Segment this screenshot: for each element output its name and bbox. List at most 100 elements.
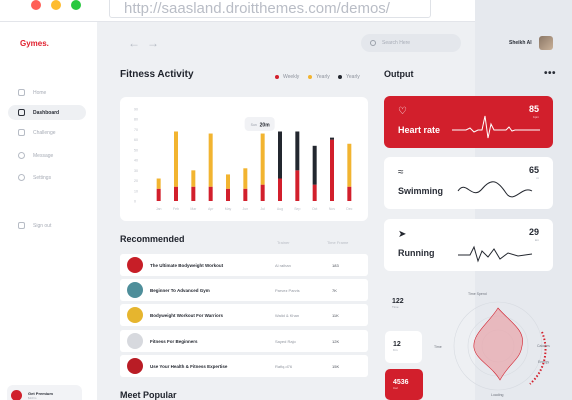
col-header-trainer: Trainer xyxy=(277,240,290,245)
brand-logo[interactable]: Gymes. xyxy=(20,39,49,48)
bar-yearly-dark xyxy=(330,137,334,140)
activity-icon xyxy=(18,109,25,116)
maximize-window-icon[interactable] xyxy=(71,0,81,10)
address-bar[interactable]: http://saasland.droitthemes.com/demos/ xyxy=(109,0,431,18)
legend-yearly: Yearly xyxy=(308,74,330,80)
back-arrow-icon[interactable]: ← xyxy=(128,36,140,50)
x-tick-label: Jun xyxy=(243,207,249,211)
stat-km-box: 12 Km xyxy=(385,331,422,363)
search-icon xyxy=(370,40,376,46)
radar-label-energy: Energy xyxy=(538,360,550,364)
bar-weekly xyxy=(243,188,248,201)
workout-thumbnail xyxy=(127,257,143,273)
sidebar-item-label: Settings xyxy=(33,174,52,181)
running-wave xyxy=(458,245,533,263)
radar-label-calories: Calories xyxy=(537,344,550,348)
legend-yearly-dark: Yearly xyxy=(338,74,360,80)
swimming-wave xyxy=(457,181,533,198)
bar-yearly xyxy=(191,170,196,187)
bar-weekly xyxy=(330,139,334,201)
close-window-icon[interactable] xyxy=(31,0,41,10)
bar-yearly-dark xyxy=(312,145,317,185)
minimize-window-icon[interactable] xyxy=(51,0,61,10)
x-tick-label: Aug xyxy=(277,207,283,211)
bar-yearly xyxy=(174,131,178,187)
bar-weekly xyxy=(191,186,196,201)
table-row[interactable]: Fitness For Beginners Sayed Rajo 12K xyxy=(120,330,368,352)
search-input[interactable]: Search Here xyxy=(361,34,461,52)
legend-label: Yearly xyxy=(316,74,330,80)
sidebar-item-dashboard[interactable]: Dashboard xyxy=(8,105,86,120)
running-label: Running xyxy=(398,248,435,258)
fitness-activity-title: Fitness Activity xyxy=(120,69,194,80)
y-tick-label: 60 xyxy=(134,138,138,142)
premium-avatar xyxy=(11,389,22,400)
bar-weekly xyxy=(174,186,178,201)
bar-yearly xyxy=(260,133,265,185)
heart-rate-label: Heart rate xyxy=(398,125,441,135)
heart-rate-card[interactable]: ♡ Heart rate 85 bpm xyxy=(384,96,553,148)
legend-label: Weekly xyxy=(283,74,300,80)
bar-yearly-dark xyxy=(295,131,300,171)
chat-icon xyxy=(18,152,25,159)
y-tick-label: 0 xyxy=(134,200,136,204)
workout-time-frame: 183 xyxy=(332,262,339,268)
bar-weekly xyxy=(226,188,230,201)
meet-popular-title: Meet Popular xyxy=(120,390,177,400)
stat-cal-label: Cal xyxy=(393,386,398,390)
y-tick-label: 90 xyxy=(134,108,138,112)
table-row[interactable]: The Ultimate Bodyweight Workout Al raihan… xyxy=(120,254,368,276)
swim-icon: ≈ xyxy=(398,167,404,178)
heart-icon: ♡ xyxy=(398,106,407,117)
y-tick-label: 70 xyxy=(134,128,138,132)
sidebar-item-label: Home xyxy=(33,89,47,96)
x-tick-label: Mar xyxy=(190,207,197,211)
x-tick-label: Apr xyxy=(208,207,214,211)
running-card[interactable]: ➤ Running 29 km xyxy=(384,219,553,271)
stat-time-value: 122 xyxy=(392,298,404,305)
col-header-time: Time Frame xyxy=(327,240,349,245)
y-tick-label: 80 xyxy=(134,118,138,122)
sidebar-item-challenge[interactable]: Challenge xyxy=(8,125,86,140)
x-tick-label: Nov xyxy=(329,207,335,211)
more-options-icon[interactable]: ••• xyxy=(544,68,556,79)
sign-out-button[interactable]: Sign out xyxy=(8,218,86,233)
avatar[interactable] xyxy=(539,36,553,50)
logout-icon xyxy=(18,222,25,229)
forward-arrow-icon[interactable]: → xyxy=(147,36,159,50)
bar-yearly xyxy=(208,133,213,187)
workout-time-frame: 7K xyxy=(332,287,337,293)
user-name[interactable]: Sheikh Al xyxy=(509,40,532,46)
table-row[interactable]: Bodyweight Workout For Warriors Walid & K… xyxy=(120,304,368,326)
legend-weekly: Weekly xyxy=(275,74,299,80)
sign-out-label: Sign out xyxy=(33,222,52,229)
sidebar-item-settings[interactable]: Settings xyxy=(8,170,86,185)
workout-time-frame: 12K xyxy=(332,338,340,344)
heart-rate-wave xyxy=(452,115,540,139)
table-row[interactable]: Beginner To Advanced Gym Parvez Parvis 7K xyxy=(120,279,368,301)
table-row[interactable]: Use Your Health & Fitness Expertise Rafiq… xyxy=(120,355,368,377)
stat-time-label: Time xyxy=(392,305,399,309)
bar-weekly xyxy=(156,188,161,201)
gear-icon xyxy=(18,174,25,181)
workout-trainer: Walid & Khan xyxy=(275,312,300,318)
tooltip-label: Sun xyxy=(251,123,257,127)
workout-thumbnail xyxy=(127,282,143,298)
run-icon: ➤ xyxy=(398,229,407,240)
workout-thumbnail xyxy=(127,358,143,374)
workout-name: Bodyweight Workout For Warriors xyxy=(150,312,224,318)
y-tick-label: 50 xyxy=(134,148,138,152)
sidebar-item-label: Challenge xyxy=(33,129,56,136)
get-premium-card[interactable]: Get Premium $10/m xyxy=(7,385,82,400)
workout-time-frame: 11K xyxy=(332,312,339,318)
workout-thumbnail xyxy=(127,333,143,349)
sidebar-item-home[interactable]: Home xyxy=(8,85,86,100)
bar-yearly xyxy=(226,174,230,189)
sidebar: Gymes. Home Dashboard Challenge Message … xyxy=(0,22,97,400)
legend-swatch-yellow xyxy=(308,75,312,79)
stat-km-label: Km xyxy=(393,348,398,352)
radar-label-time-spend: Time Spend xyxy=(468,292,487,296)
swimming-card[interactable]: ≈ Swimming 65 m xyxy=(384,157,553,209)
sidebar-item-message[interactable]: Message xyxy=(8,148,86,163)
legend-swatch-dark xyxy=(338,75,342,79)
